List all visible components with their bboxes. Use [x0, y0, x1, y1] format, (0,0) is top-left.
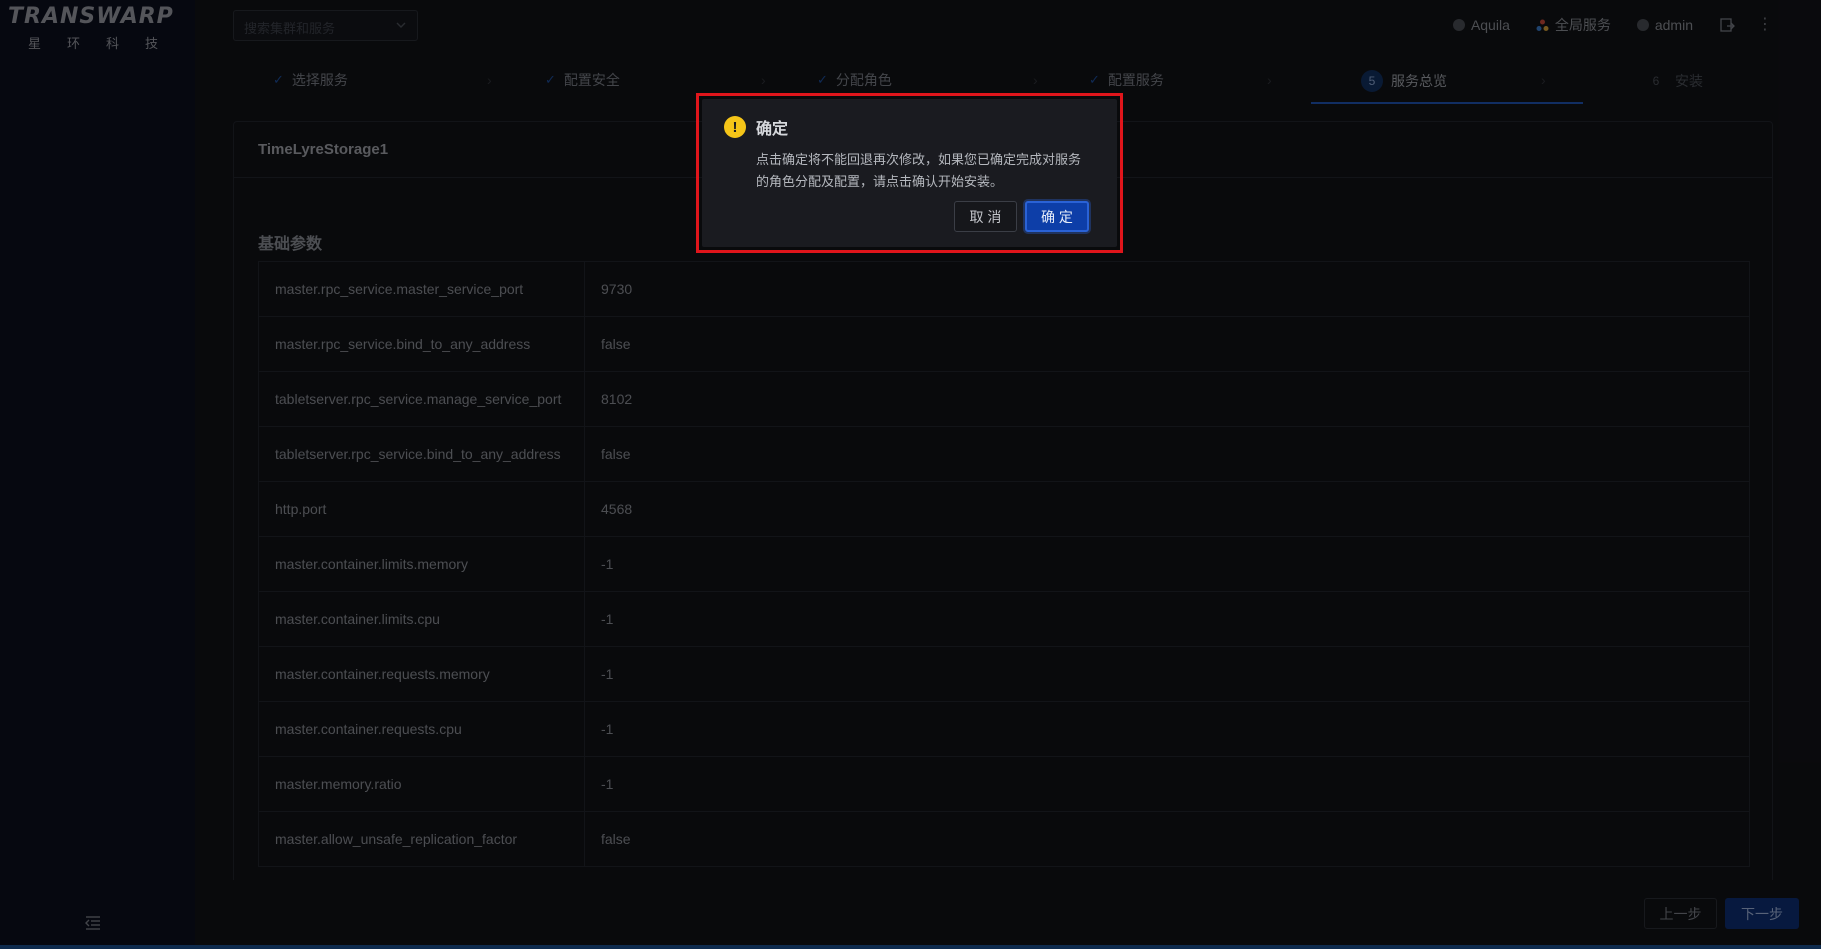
- confirm-dialog: ! 确定 点击确定将不能回退再次修改，如果您已确定完成对服务的角色分配及配置，请…: [702, 99, 1117, 247]
- confirm-button[interactable]: 确 定: [1025, 201, 1089, 232]
- dialog-message: 点击确定将不能回退再次修改，如果您已确定完成对服务的角色分配及配置，请点击确认开…: [756, 152, 1082, 189]
- dialog-title: 确定: [756, 121, 789, 138]
- cancel-button[interactable]: 取 消: [954, 201, 1017, 232]
- dialog-actions: 取 消 确 定: [954, 201, 1089, 232]
- warning-icon: !: [724, 116, 746, 138]
- dialog-header: ! 确定: [724, 115, 1095, 139]
